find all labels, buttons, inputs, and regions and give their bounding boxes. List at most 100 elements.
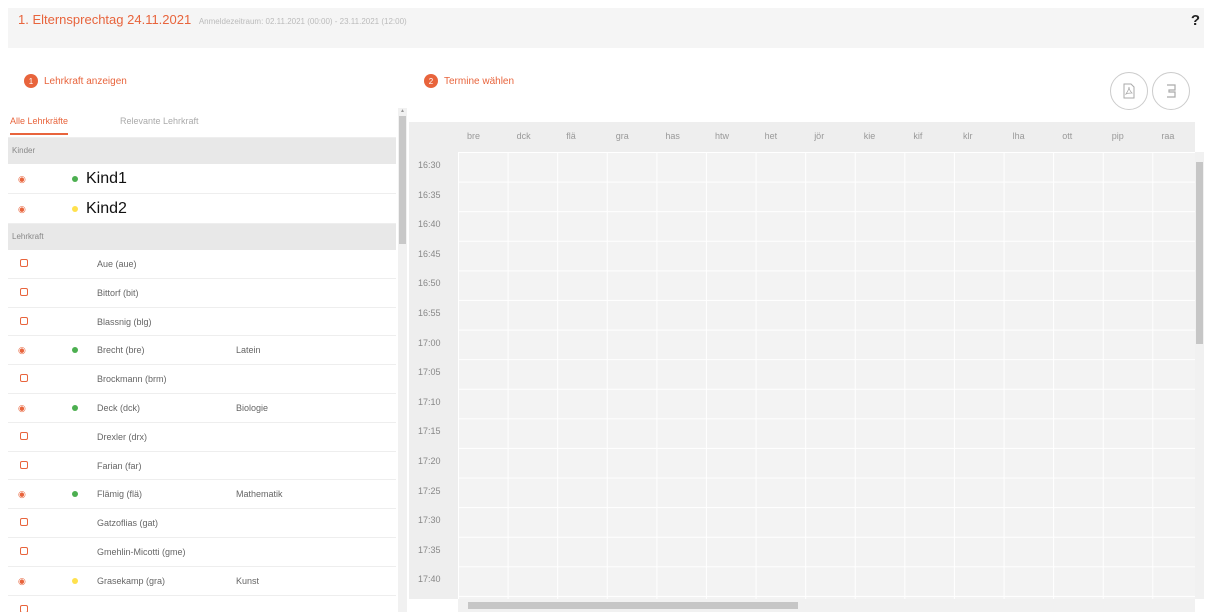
tab-relevant-teachers[interactable]: Relevante Lehrkraft [120, 116, 199, 126]
schedule-vertical-scroll-thumb[interactable] [1196, 162, 1203, 344]
column-header-teacher: has [665, 131, 680, 141]
time-slot-label: 16:50 [418, 278, 441, 289]
help-button[interactable]: ? [1191, 12, 1200, 29]
teacher-name: Aue (aue) [97, 259, 137, 269]
schedule-vertical-scrollbar[interactable] [1195, 152, 1204, 599]
section-teachers: Lehrkraft [8, 224, 396, 250]
step-2-header: 2 Termine wählen [424, 74, 514, 88]
status-dot [72, 577, 78, 584]
teacher-subject: Biologie [236, 402, 269, 413]
schedule-horizontal-scroll-thumb[interactable] [468, 602, 798, 609]
time-slot-label: 16:40 [418, 219, 441, 230]
schedule-column-header: bre dck flä gra has htw het jör kie kif klr lha ott p… [409, 122, 1195, 152]
teacher-checkbox[interactable] [20, 604, 28, 612]
time-slot-label: 16:35 [418, 189, 441, 200]
time-slot-label: 17:35 [418, 544, 441, 555]
teacher-row[interactable] [8, 596, 396, 612]
column-header-teacher: klr [963, 131, 973, 141]
teacher-checkbox[interactable] [20, 460, 28, 469]
eye-icon[interactable]: ◉ [18, 576, 26, 587]
list-view-button[interactable] [1152, 72, 1190, 110]
section-children: Kinder [8, 138, 396, 164]
teacher-subject: Latein [236, 345, 261, 356]
column-header-teacher: kif [913, 131, 923, 141]
teacher-row[interactable]: Gatzoflias (gat) [8, 509, 396, 538]
child-name: Kind1 [86, 170, 127, 187]
teacher-filter-tabs: Alle Lehrkräfte Relevante Lehrkraft [8, 108, 396, 138]
teacher-checkbox[interactable] [20, 287, 28, 296]
time-column: 16:30 16:35 16:40 16:45 16:50 16:55 17:00 17:05… [409, 152, 458, 599]
status-dot [72, 206, 78, 212]
teacher-row[interactable]: ◉ Brecht (bre) Latein [8, 336, 396, 366]
status-dot [72, 347, 78, 354]
time-slot-label: 17:15 [418, 426, 441, 437]
status-dot [72, 491, 78, 498]
teacher-checkbox[interactable] [20, 431, 28, 440]
child-row[interactable]: ◉ Kind1 [8, 164, 396, 194]
teacher-name: Gatzoflias (gat) [97, 518, 159, 529]
column-header-teacher: kie [863, 131, 876, 141]
teacher-row[interactable]: Aue (aue) [8, 250, 396, 279]
time-slot-label: 16:45 [418, 248, 441, 259]
teacher-row[interactable]: Gmehlin-Micotti (gme) [8, 538, 396, 567]
teacher-checkbox[interactable] [20, 316, 28, 325]
tab-all-teachers[interactable]: Alle Lehrkräfte [10, 116, 69, 135]
schedule-horizontal-scrollbar[interactable] [458, 599, 1195, 612]
column-header-teacher: lha [1012, 131, 1025, 141]
time-slot-label: 17:05 [418, 367, 441, 378]
teacher-row[interactable]: Bittorf (bit) [8, 279, 396, 308]
child-row[interactable]: ◉ Kind2 [8, 194, 396, 224]
teacher-row[interactable]: ◉ Flämig (flä) Mathematik [8, 480, 396, 510]
teacher-row[interactable]: Blassnig (blg) [8, 308, 396, 337]
column-header-teacher: raa [1161, 131, 1175, 141]
eye-icon[interactable]: ◉ [18, 345, 26, 356]
status-dot [72, 404, 78, 411]
time-slot-label: 16:30 [418, 160, 441, 170]
pdf-document-icon [1123, 83, 1135, 99]
teacher-name: Deck (dck) [97, 402, 141, 413]
appointment-grid[interactable] [458, 152, 1195, 599]
scroll-document-icon [1167, 84, 1176, 98]
column-header-teacher: ott [1062, 131, 1073, 141]
teacher-name: Bittorf (bit) [97, 287, 139, 298]
teacher-row[interactable]: ◉ Grasekamp (gra) Kunst [8, 567, 396, 596]
column-header-teacher: htw [715, 131, 730, 141]
time-slot-label: 17:40 [418, 574, 441, 585]
teacher-row[interactable]: Drexler (drx) [8, 423, 396, 452]
teacher-name: Gmehlin-Micotti (gme) [97, 546, 186, 557]
teacher-checkbox[interactable] [20, 546, 28, 555]
teacher-row[interactable]: ◉ Deck (dck) Biologie [8, 394, 396, 423]
event-title: 1. Elternsprechtag 24.11.2021 Anmeldezei… [18, 12, 407, 27]
time-slot-label: 17:10 [418, 396, 441, 407]
eye-icon[interactable]: ◉ [18, 204, 26, 215]
time-slot-label: 17:00 [418, 337, 441, 348]
teachers-list: Aue (aue) Bittorf (bit) Blassnig (blg) ◉ Bre… [8, 250, 396, 612]
teacher-list-scrollbar[interactable]: ▲ [398, 108, 407, 612]
status-dot [72, 176, 78, 182]
teacher-row[interactable]: Farian (far) [8, 452, 396, 481]
step-1-number: 1 [24, 74, 38, 88]
eye-icon[interactable]: ◉ [18, 174, 26, 185]
column-header-teacher: dck [516, 131, 531, 141]
time-slot-label: 17:20 [418, 456, 441, 466]
child-name: Kind2 [86, 200, 127, 217]
teacher-list-scroll-thumb[interactable] [399, 116, 406, 244]
time-slot-label: 16:55 [418, 308, 441, 318]
teacher-row[interactable]: Brockmann (brm) [8, 365, 396, 394]
teacher-name: Brecht (bre) [97, 345, 145, 356]
column-header-teacher: jör [814, 131, 825, 141]
teacher-name: Grasekamp (gra) [97, 575, 166, 586]
teacher-checkbox[interactable] [20, 518, 28, 527]
column-header-teacher: gra [615, 131, 629, 141]
step-2-label: Termine wählen [444, 75, 515, 87]
teacher-name: Flämig (flä) [97, 489, 143, 500]
children-list: ◉ Kind1 ◉ Kind2 [8, 164, 396, 224]
eye-icon[interactable]: ◉ [18, 403, 26, 414]
pdf-export-button[interactable] [1110, 72, 1148, 110]
teacher-name: Blassnig (blg) [97, 316, 152, 327]
scroll-up-arrow-icon[interactable]: ▲ [400, 108, 405, 114]
column-header-teacher: flä [566, 131, 576, 141]
teacher-checkbox[interactable] [20, 374, 28, 383]
eye-icon[interactable]: ◉ [18, 489, 26, 500]
teacher-checkbox[interactable] [20, 259, 28, 267]
